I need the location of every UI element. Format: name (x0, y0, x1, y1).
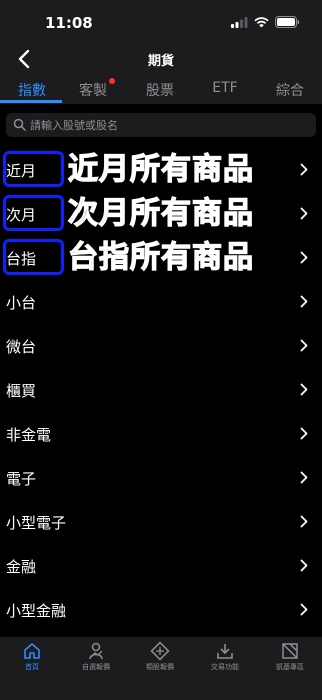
search-input[interactable] (30, 113, 310, 137)
bottom-nav-kgi[interactable]: 凱基專區 (258, 641, 322, 672)
list-item[interactable]: 台指 台指所有商品 (0, 236, 322, 280)
bottom-nav-label: 交易功能 (211, 663, 239, 671)
home-icon (24, 643, 40, 659)
list-item-label: 小型電子 (6, 514, 67, 532)
tab-etf[interactable]: ETF (193, 80, 257, 96)
chevron-right-icon (300, 515, 308, 528)
search-bar (6, 113, 316, 137)
list-item[interactable]: 非金電 (0, 412, 322, 456)
bottom-nav-label: 首頁 (25, 663, 39, 671)
bottom-nav-trade[interactable]: 交易功能 (193, 641, 257, 672)
list-item[interactable]: 電子 (0, 456, 322, 500)
trade-icon (217, 644, 233, 659)
chevron-right-icon (300, 207, 308, 220)
list-item[interactable]: 次月 次月所有商品 (0, 192, 322, 236)
list-item-label: 近月 (6, 162, 37, 180)
tab-underline (0, 100, 62, 103)
list-item-label: 電子 (6, 470, 37, 488)
chevron-right-icon (300, 383, 308, 396)
list-item[interactable]: 小型電子 (0, 500, 322, 544)
tab-stocks[interactable]: 股票 (128, 80, 192, 100)
kgi-icon (282, 643, 298, 659)
chevron-right-icon (300, 559, 308, 572)
search-icon (13, 118, 26, 131)
chevron-right-icon (300, 339, 308, 352)
list-item-label: 次月 (6, 206, 37, 224)
status-icons (231, 16, 300, 28)
chevron-right-icon (300, 471, 308, 484)
signal-icon (231, 16, 248, 28)
list-item-label: 非金電 (6, 426, 52, 444)
list-item-label: 櫃買 (6, 382, 37, 400)
watchlist-icon (89, 642, 103, 660)
annotation-text: 次月所有商品 (67, 195, 254, 231)
battery-icon (275, 16, 300, 28)
list-item-label: 小台 (6, 294, 37, 312)
page-title: 期貨 (147, 54, 174, 69)
list-item-label: 台指 (6, 250, 37, 268)
list-item-label: 金融 (6, 558, 37, 576)
list-item[interactable]: 櫃買 (0, 368, 322, 412)
tab-badge-dot (109, 78, 115, 84)
tab-index[interactable]: 指數 (0, 80, 64, 100)
annotation-text: 台指所有商品 (67, 239, 254, 275)
chevron-right-icon (300, 251, 308, 264)
list-item[interactable]: 近月 近月所有商品 (0, 148, 322, 192)
bottom-nav-sector[interactable]: 類股報價 (128, 641, 192, 672)
bottom-nav-label: 類股報價 (146, 663, 174, 671)
chevron-right-icon (300, 163, 308, 176)
bottom-nav-watchlist[interactable]: 自選報價 (64, 641, 128, 672)
sector-icon (150, 641, 170, 661)
bottom-nav-home[interactable]: 首頁 (0, 641, 64, 672)
list-item[interactable]: 小型金融 (0, 588, 322, 632)
chevron-right-icon (300, 427, 308, 440)
list-item-label: 小型金融 (6, 602, 67, 620)
list-item[interactable]: 小台 (0, 280, 322, 324)
annotation-text: 近月所有商品 (67, 151, 254, 187)
list-item[interactable]: 金融 (0, 544, 322, 588)
list-item-label: 微台 (6, 338, 37, 356)
bottom-nav-label: 凱基專區 (276, 663, 304, 671)
status-time: 11:08 (45, 14, 93, 32)
nav-bar: 期貨 (0, 44, 322, 74)
chevron-right-icon (300, 295, 308, 308)
bottom-nav-label: 自選報價 (82, 663, 110, 671)
chevron-right-icon (300, 603, 308, 616)
tab-composite[interactable]: 綜合 (258, 80, 322, 100)
list-item[interactable]: 微台 (0, 324, 322, 368)
bottom-nav: 首頁 自選報價 類股報價 交易功能 凱基專區 (0, 637, 322, 700)
wifi-icon (254, 16, 269, 27)
status-bar: 11:08 (0, 0, 322, 44)
